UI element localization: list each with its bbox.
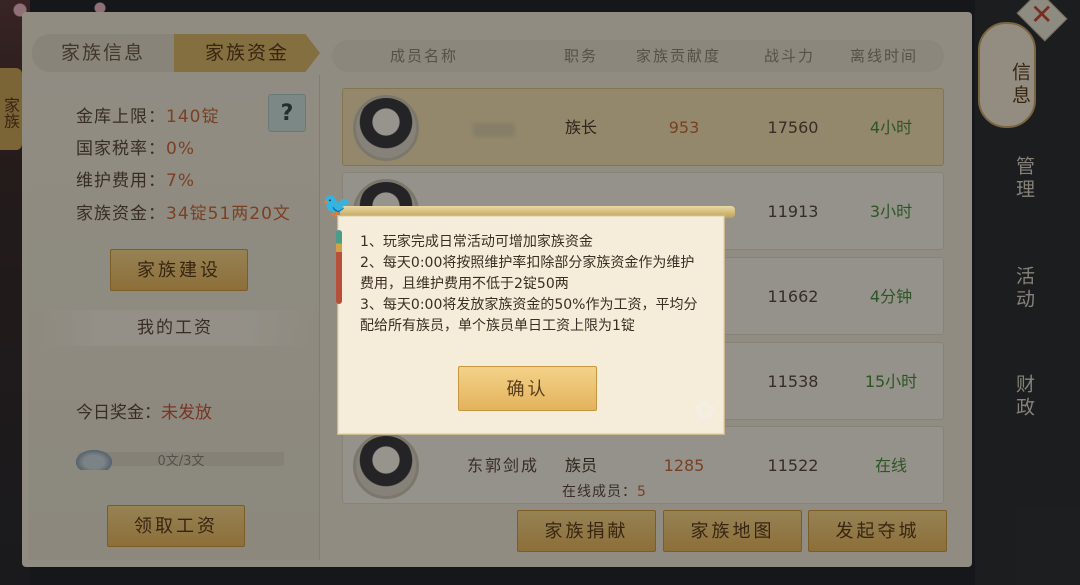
flower-icon: ✿ [694,396,716,426]
swallow-icon: 🐦 [322,191,352,219]
notice-text: 1、玩家完成日常活动可增加家族资金 2、每天0:00将按照维护率扣除部分家族资金… [360,234,698,334]
scroll-tassel-decoration [336,230,342,304]
confirm-button[interactable]: 确认 [458,366,597,411]
